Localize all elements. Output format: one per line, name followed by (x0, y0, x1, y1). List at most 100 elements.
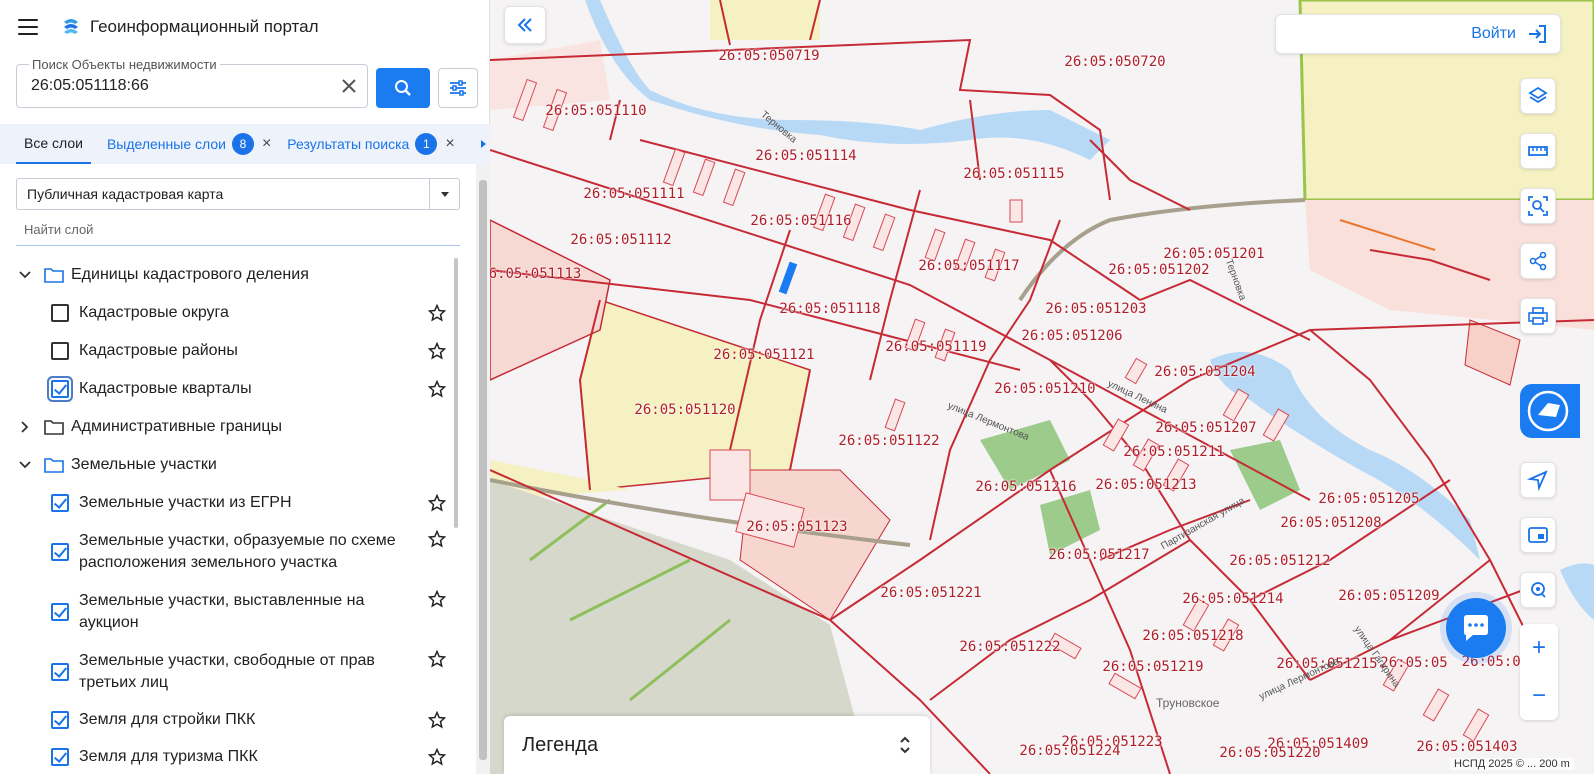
quarter-label: 26:05:050719 (718, 48, 820, 64)
map-canvas[interactable]: 26:05:050719 26:05:050720 26:05:051110 2… (490, 0, 1594, 774)
legend-panel[interactable]: Легенда (504, 716, 930, 774)
assistant-icon (1527, 390, 1569, 432)
close-icon[interactable]: × (445, 135, 454, 153)
tab-selected-layers[interactable]: Выделенные слои 8 × (107, 124, 271, 164)
layer-item-okruga[interactable]: Кадастровые округа (0, 302, 462, 324)
geolocation-button[interactable] (1520, 462, 1556, 498)
assistant-button[interactable] (1520, 384, 1580, 438)
quarter-label: 26:05:051403 (1416, 739, 1518, 755)
collapse-sidebar-button[interactable] (504, 6, 546, 44)
layer-search-input[interactable]: Найти слой (16, 222, 460, 246)
layer-label: Кадастровые кварталы (79, 380, 252, 397)
measure-button[interactable] (1520, 133, 1556, 169)
layer-item-pkk-tour[interactable]: Земля для туризма ПКК (0, 746, 462, 768)
minimap-button[interactable] (1520, 517, 1556, 553)
chevron-down-icon[interactable] (18, 458, 32, 472)
tree-group-cadastral-division[interactable]: Единицы кадастрового деления (0, 264, 462, 286)
quarter-label: 26:05:051120 (634, 402, 736, 418)
layer-checkbox[interactable] (51, 748, 69, 766)
tab-all-layers[interactable]: Все слои (16, 124, 91, 164)
star-icon[interactable] (428, 494, 446, 512)
layer-checkbox[interactable] (51, 603, 69, 621)
tab-label: Результаты поиска (287, 136, 410, 152)
star-icon[interactable] (428, 711, 446, 729)
layers-icon (1528, 86, 1548, 104)
quarter-label: 26:05:051222 (959, 639, 1061, 655)
area-select-button[interactable] (1520, 188, 1556, 224)
layers-button[interactable] (1520, 78, 1556, 114)
quarter-label: 26:05:051207 (1155, 420, 1257, 436)
layer-item-pkk-build[interactable]: Земля для стройки ПКК (0, 709, 462, 731)
expand-collapse-icon[interactable] (898, 734, 912, 756)
search-field[interactable]: Поиск Объекты недвижимости (16, 57, 368, 108)
star-icon[interactable] (428, 530, 446, 548)
quarter-label: 26:05:051205 (1318, 491, 1420, 507)
legend-label: Легенда (522, 733, 599, 756)
chevron-down-icon[interactable] (18, 268, 32, 282)
page-title: Геоинформационный портал (90, 17, 319, 36)
tab-search-results[interactable]: Результаты поиска 1 × (287, 124, 455, 164)
select-area-icon (1528, 196, 1548, 216)
zoom-in-button[interactable]: + (1520, 624, 1558, 672)
layer-label: Земельные участки из ЕГРН (79, 494, 292, 511)
menu-icon[interactable] (18, 19, 38, 35)
print-button[interactable] (1520, 298, 1556, 334)
layer-checkbox[interactable] (51, 711, 69, 729)
layer-checkbox[interactable] (51, 304, 69, 322)
quarter-label: 26:05:051203 (1045, 301, 1147, 317)
map-select-value: Публичная кадастровая карта (27, 186, 224, 202)
star-icon[interactable] (428, 304, 446, 322)
star-icon[interactable] (428, 748, 446, 766)
share-button[interactable] (1520, 243, 1556, 279)
quarter-label: 26:05:051119 (885, 339, 987, 355)
search-settings-button[interactable] (438, 68, 478, 108)
close-icon[interactable]: × (262, 135, 271, 153)
quarter-label: 26:05:051201 (1163, 246, 1265, 262)
star-icon[interactable] (428, 342, 446, 360)
layer-checkbox[interactable] (51, 663, 69, 681)
quarter-label: 26:05:051123 (746, 519, 848, 535)
star-icon[interactable] (428, 650, 446, 668)
layer-item-egrn[interactable]: Земельные участки из ЕГРН (0, 492, 462, 514)
search-input[interactable] (31, 77, 331, 95)
search-row: Поиск Объекты недвижимости (16, 57, 478, 108)
tabs-scroll-right-icon[interactable] (481, 140, 486, 148)
sidebar-scrollbar[interactable] (476, 164, 490, 774)
location-search-icon (1531, 582, 1546, 598)
chevron-right-icon[interactable] (18, 420, 32, 434)
login-button[interactable]: Войти (1275, 14, 1561, 54)
quarter-label: 26:05:051117 (918, 258, 1020, 274)
quarter-label: 26:05:051112 (570, 232, 672, 248)
folder-open-icon (44, 268, 64, 283)
star-icon[interactable] (428, 380, 446, 398)
star-icon[interactable] (428, 590, 446, 608)
search-button[interactable] (376, 68, 430, 108)
tree-scrollbar[interactable] (454, 258, 458, 528)
app-root: Геоинформационный портал Поиск Объекты н… (0, 0, 1594, 774)
tree-group-admin-borders[interactable]: Административные границы (0, 416, 462, 438)
chevron-down-icon[interactable] (429, 179, 459, 209)
clear-icon[interactable] (339, 76, 359, 96)
quarter-label: 26:05:051214 (1182, 591, 1284, 607)
quarter-label: 6:05:051113 (490, 266, 582, 282)
layer-checkbox[interactable] (51, 543, 69, 561)
tree-group-label: Административные границы (71, 418, 283, 435)
layer-checkbox[interactable] (51, 380, 69, 398)
layer-item-free[interactable]: Земельные участки, свободные от прав тре… (0, 650, 462, 694)
navigation-arrow-icon (1527, 470, 1548, 491)
map-select[interactable]: Публичная кадастровая карта (16, 178, 460, 210)
portal-logo-icon (64, 19, 78, 34)
copyright-label: НСПД 2025 © ... 200 m (1450, 758, 1574, 770)
layer-item-raiony[interactable]: Кадастровые районы (0, 340, 462, 362)
layer-item-kvartaly[interactable]: Кадастровые кварталы (0, 378, 462, 400)
quarter-label: 26:05:051210 (994, 381, 1096, 397)
chat-button[interactable] (1446, 598, 1506, 658)
layer-checkbox[interactable] (51, 494, 69, 512)
layer-item-schema[interactable]: Земельные участки, образуемые по схеме р… (0, 530, 462, 574)
layer-item-auction[interactable]: Земельные участки, выставленные на аукци… (0, 590, 462, 634)
point-search-button[interactable] (1520, 572, 1556, 608)
layer-checkbox[interactable] (51, 342, 69, 360)
count-badge: 1 (415, 133, 438, 155)
zoom-out-button[interactable]: − (1520, 672, 1558, 720)
tree-group-land-plots[interactable]: Земельные участки (0, 454, 462, 476)
